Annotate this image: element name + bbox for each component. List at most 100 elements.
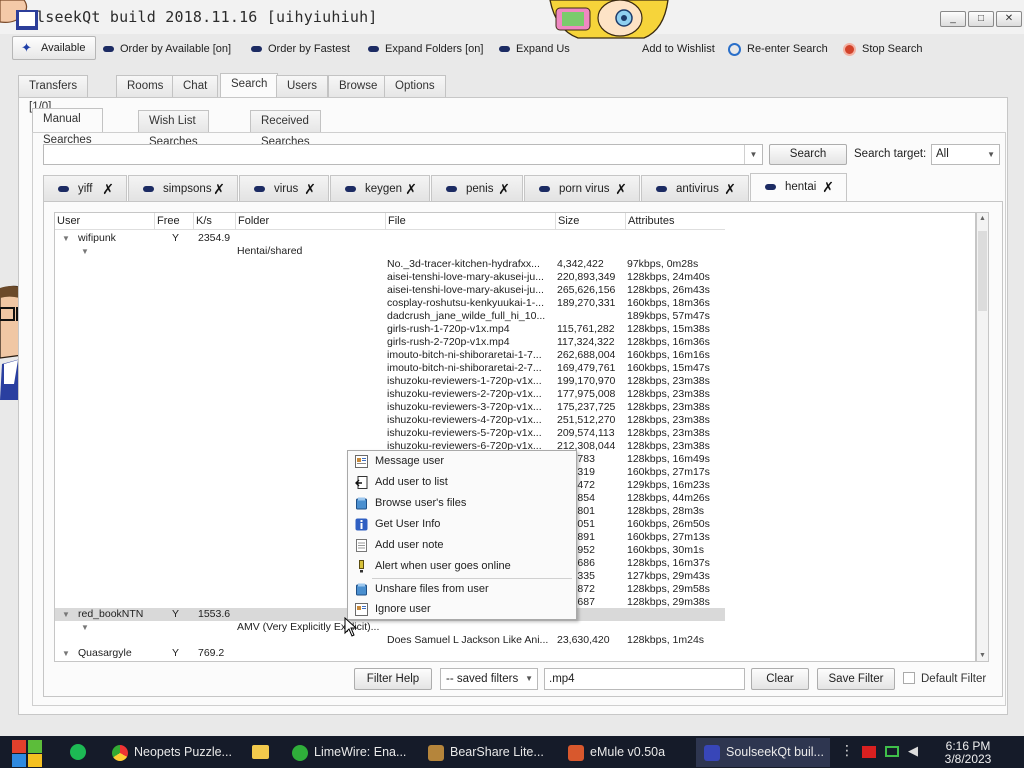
tab-wishlist-searches[interactable]: Wish List Searches bbox=[138, 110, 209, 148]
table-row[interactable]: ishuzoku-reviewers-5-720p-v1x... 209,574,… bbox=[55, 427, 725, 440]
column-header-user[interactable]: User bbox=[55, 213, 155, 230]
saved-filters-select[interactable]: -- saved filters ▼ bbox=[440, 668, 538, 690]
taskbar-item[interactable]: BearShare Lite... bbox=[420, 738, 552, 767]
expand-arrow-icon[interactable]: ▼ bbox=[62, 232, 70, 245]
query-tab[interactable]: virus ✗ bbox=[239, 175, 329, 202]
filter-input[interactable]: .mp4 bbox=[544, 668, 745, 690]
taskbar-item[interactable]: Neopets Puzzle... bbox=[104, 738, 238, 767]
default-filter-checkbox[interactable]: Default Filter bbox=[903, 672, 986, 685]
expand-arrow-icon[interactable]: ▼ bbox=[81, 621, 89, 634]
clear-filter-button[interactable]: Clear bbox=[751, 668, 809, 690]
tab-options[interactable]: Options bbox=[384, 75, 446, 97]
order-available-button[interactable]: Order by Available [on] bbox=[103, 38, 231, 60]
add-to-wishlist-button[interactable]: Add to Wishlist bbox=[642, 38, 715, 60]
table-row[interactable]: Does Samuel L Jackson Like Ani... 23,630… bbox=[55, 634, 725, 647]
close-icon[interactable]: ✗ bbox=[822, 174, 834, 200]
table-row[interactable]: girls-rush-2-720p-v1x.mp4 117,324,322 128k… bbox=[55, 336, 725, 349]
query-tab[interactable]: yiff ✗ bbox=[43, 175, 127, 202]
close-window-button[interactable]: ✕ bbox=[996, 11, 1022, 27]
close-icon[interactable]: ✗ bbox=[724, 176, 736, 202]
tab-transfers[interactable]: Transfers [1/0] bbox=[18, 75, 89, 113]
search-input[interactable]: ▼ bbox=[43, 144, 763, 165]
column-header-folder[interactable]: Folder bbox=[236, 213, 386, 230]
table-row[interactable]: ▼ Quasargyle Y 769.2 bbox=[55, 647, 725, 660]
checkbox-icon[interactable] bbox=[903, 672, 915, 684]
start-menu-icon[interactable] bbox=[11, 739, 43, 768]
column-header-free[interactable]: Free bbox=[155, 213, 194, 230]
table-row[interactable]: ▼ wifipunk Y 2354.9 bbox=[55, 232, 725, 245]
stop-search-button[interactable]: Stop Search bbox=[843, 38, 923, 60]
taskbar-item[interactable]: LimeWire: Ena... bbox=[284, 738, 410, 767]
table-row[interactable]: ishuzoku-reviewers-3-720p-v1x... 175,237,… bbox=[55, 401, 725, 414]
close-icon[interactable]: ✗ bbox=[304, 176, 316, 202]
close-icon[interactable]: ✗ bbox=[615, 176, 627, 202]
table-row[interactable]: ishuzoku-reviewers-1-720p-v1x... 199,170,… bbox=[55, 375, 725, 388]
available-button[interactable]: ✦ Available bbox=[12, 36, 97, 60]
expand-users-button[interactable]: Expand Us bbox=[499, 38, 570, 60]
maximize-button[interactable]: □ bbox=[968, 11, 994, 27]
query-tab[interactable]: keygen ✗ bbox=[330, 175, 430, 202]
column-header-attributes[interactable]: Attributes bbox=[626, 213, 725, 230]
menu-item-alert-online[interactable]: Alert when user goes online bbox=[350, 556, 574, 577]
save-filter-button[interactable]: Save Filter bbox=[817, 668, 895, 690]
tab-manual-searches[interactable]: Manual Searches bbox=[32, 108, 103, 146]
results-scrollbar[interactable]: ▲ ▼ bbox=[976, 212, 989, 662]
menu-item-user-note[interactable]: Add user note bbox=[350, 535, 574, 556]
scrollbar-thumb[interactable] bbox=[978, 231, 987, 311]
query-tab[interactable]: penis ✗ bbox=[431, 175, 523, 202]
more-icon[interactable]: ⋮ bbox=[840, 742, 854, 759]
tab-chat[interactable]: Chat bbox=[172, 75, 219, 97]
expand-arrow-icon[interactable]: ▼ bbox=[62, 647, 70, 660]
query-tab[interactable]: porn virus ✗ bbox=[524, 175, 640, 202]
table-row[interactable]: ishuzoku-reviewers-2-720p-v1x... 177,975,… bbox=[55, 388, 725, 401]
table-row[interactable]: imouto-bitch-ni-shiboraretai-1-7... 262,6… bbox=[55, 349, 725, 362]
taskbar-item[interactable]: eMule v0.50a bbox=[560, 738, 692, 767]
scroll-down-icon[interactable]: ▼ bbox=[977, 652, 988, 659]
table-row[interactable]: No._3d-tracer-kitchen-hydrafxx... 4,342,4… bbox=[55, 258, 725, 271]
reenter-search-button[interactable]: Re-enter Search bbox=[728, 38, 828, 60]
table-row[interactable]: ishuzoku-reviewers-4-720p-v1x... 251,512,… bbox=[55, 414, 725, 427]
search-target-select[interactable]: All ▼ bbox=[931, 144, 1000, 165]
folder-icon[interactable] bbox=[252, 745, 269, 759]
query-tab-active[interactable]: hentai ✗ bbox=[750, 173, 847, 203]
tab-browse[interactable]: Browse bbox=[328, 75, 389, 97]
table-row[interactable]: cosplay-roshutsu-kenkyuukai-1-... 189,270… bbox=[55, 297, 725, 310]
table-row[interactable]: dadcrush_jane_wilde_full_hi_10... 189kbps… bbox=[55, 310, 725, 323]
network-icon[interactable] bbox=[885, 746, 899, 757]
close-icon[interactable]: ✗ bbox=[498, 176, 510, 202]
menu-item-user-info[interactable]: Get User Info bbox=[350, 514, 574, 535]
table-row[interactable]: aisei-tenshi-love-mary-akusei-ju... 265,6… bbox=[55, 284, 725, 297]
tab-received-searches[interactable]: Received Searches bbox=[250, 110, 321, 148]
spotify-icon[interactable] bbox=[70, 744, 86, 760]
minimize-button[interactable]: _ bbox=[940, 11, 966, 27]
close-icon[interactable]: ✗ bbox=[405, 176, 417, 202]
table-row[interactable]: ▼ Hentai/shared bbox=[55, 245, 725, 258]
expand-arrow-icon[interactable]: ▼ bbox=[62, 608, 70, 621]
order-fastest-button[interactable]: Order by Fastest bbox=[251, 38, 350, 60]
tab-users[interactable]: Users bbox=[276, 75, 329, 97]
table-row[interactable]: ▼ AMV (Very Explicitly Explicit)... bbox=[55, 621, 725, 634]
clock[interactable]: 6:16 PM 3/8/2023 bbox=[936, 740, 1000, 766]
search-button[interactable]: Search bbox=[769, 144, 847, 165]
menu-item-ignore-user[interactable]: Ignore user bbox=[350, 599, 574, 620]
close-icon[interactable]: ✗ bbox=[213, 176, 225, 202]
chevron-down-icon[interactable]: ▼ bbox=[744, 145, 762, 164]
filter-help-button[interactable]: Filter Help bbox=[354, 668, 432, 690]
expand-arrow-icon[interactable]: ▼ bbox=[81, 245, 89, 258]
table-row[interactable]: imouto-bitch-ni-shiboraretai-2-7... 169,4… bbox=[55, 362, 725, 375]
tab-search[interactable]: Search bbox=[220, 73, 279, 97]
scroll-up-icon[interactable]: ▲ bbox=[977, 215, 988, 222]
query-tab[interactable]: antivirus ✗ bbox=[641, 175, 749, 202]
column-header-size[interactable]: Size bbox=[556, 213, 626, 230]
column-header-speed[interactable]: K/s bbox=[194, 213, 236, 230]
query-tab[interactable]: simpsons ✗ bbox=[128, 175, 238, 202]
expand-folders-button[interactable]: Expand Folders [on] bbox=[368, 38, 483, 60]
menu-item-unshare[interactable]: Unshare files from user bbox=[350, 579, 574, 600]
menu-item-message-user[interactable]: Message user bbox=[350, 451, 574, 472]
table-row[interactable]: girls-rush-1-720p-v1x.mp4 115,761,282 128k… bbox=[55, 323, 725, 336]
column-header-file[interactable]: File bbox=[386, 213, 556, 230]
volume-icon[interactable]: ◀ bbox=[908, 743, 918, 759]
tab-rooms[interactable]: Rooms bbox=[116, 75, 175, 97]
flag-icon[interactable] bbox=[862, 746, 876, 758]
table-row[interactable]: aisei-tenshi-love-mary-akusei-ju... 220,8… bbox=[55, 271, 725, 284]
